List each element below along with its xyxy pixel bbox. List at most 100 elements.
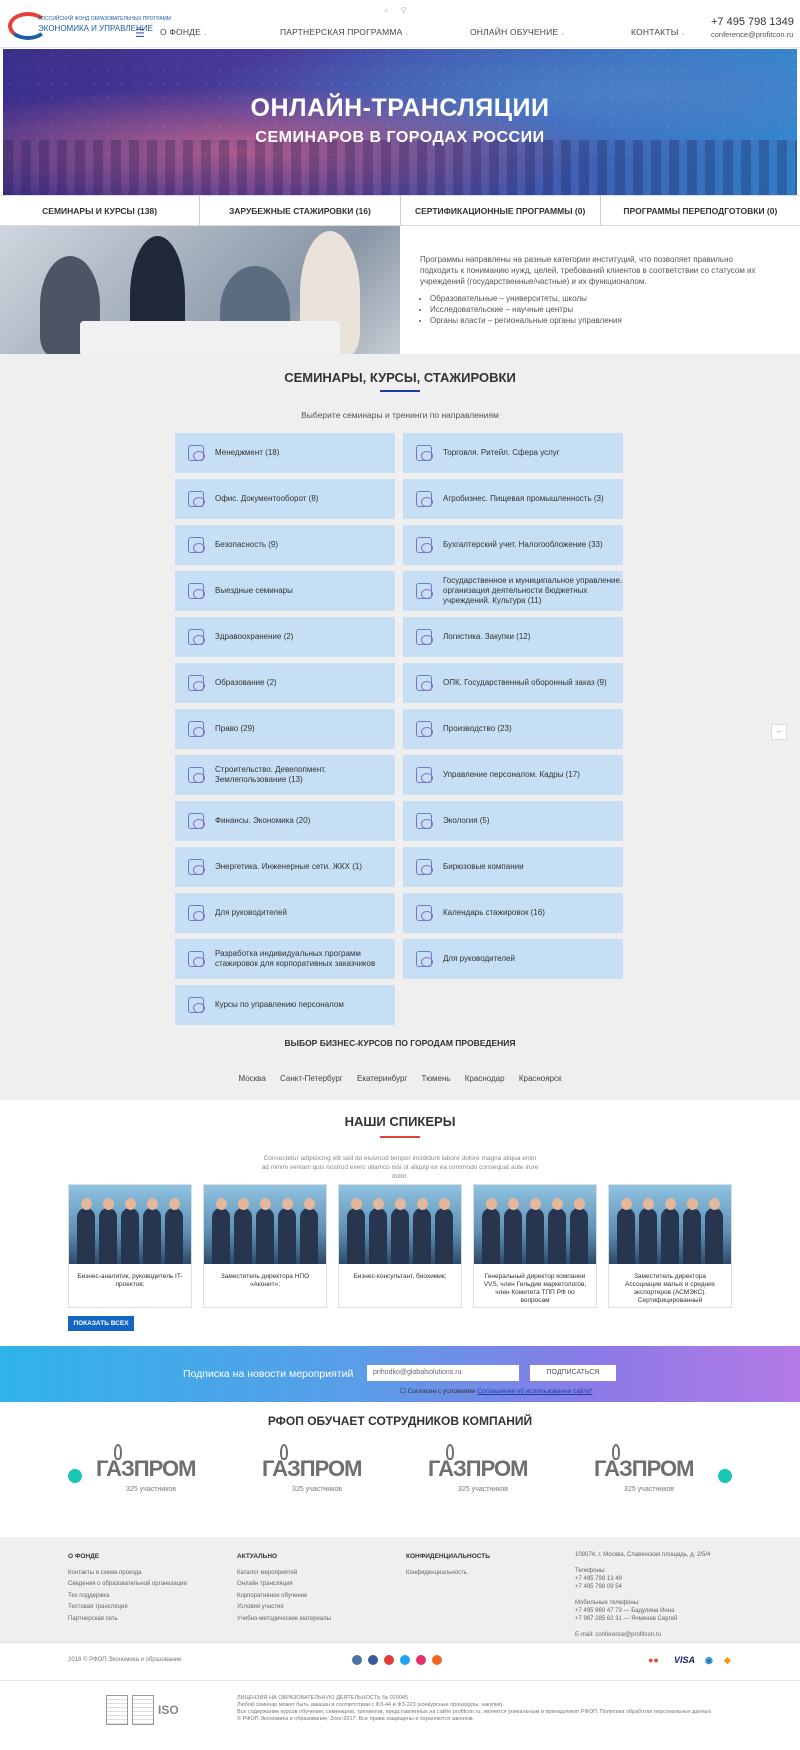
footer-link[interactable]: Тестовая трансляция [68, 1602, 187, 1614]
vk-icon[interactable] [352, 1655, 362, 1665]
category-card[interactable]: Менеджмент (18) [175, 433, 395, 473]
certificate-icon[interactable] [106, 1695, 128, 1725]
category-card[interactable]: Энергетика. Инженерные сети. ЖКХ (1) [175, 847, 395, 887]
footer-link[interactable]: Условия участия [237, 1602, 331, 1614]
category-card[interactable]: Календарь стажировок (16) [403, 893, 623, 933]
category-icon [413, 764, 435, 786]
footer-phone[interactable]: +7 495 798 09 54 [575, 1583, 710, 1591]
chevron-down-icon: ⌄ [560, 31, 566, 37]
footer-link[interactable]: Учебно-методические материалы [237, 1614, 331, 1626]
nav-about[interactable]: О ФОНДЕ ⌄ [160, 27, 208, 37]
rss-icon[interactable] [432, 1655, 442, 1665]
footer-mobile[interactable]: +7 967 285 62 31 — Ячменев Сергей [575, 1615, 710, 1623]
category-card[interactable]: Строительство. Девелопмент. Землепользов… [175, 755, 395, 795]
speaker-card[interactable]: Бизнес-консультант, биохимик; [338, 1184, 462, 1308]
section-subtitle: Выберите семинары и тренинги по направле… [301, 410, 499, 420]
tab-certification[interactable]: СЕРТИФИКАЦИОННЫЕ ПРОГРАММЫ (0) [401, 196, 601, 225]
client-name: ГАЗПРОМ [428, 1456, 528, 1481]
category-card[interactable]: Офис. Документооборот (8) [175, 479, 395, 519]
footer-link[interactable]: Тех поддержка [68, 1591, 187, 1603]
city-link[interactable]: Тюмень [422, 1074, 451, 1083]
footer-contacts: 109074, г. Москва, Славянская площадь, д… [575, 1551, 710, 1639]
category-card[interactable]: Государственное и муниципальное управлен… [403, 571, 623, 611]
nav-contacts[interactable]: КОНТАКТЫ ⌄ [631, 27, 686, 37]
instagram-icon[interactable] [416, 1655, 426, 1665]
category-card[interactable]: Право (29) [175, 709, 395, 749]
section-title: СЕМИНАРЫ, КУРСЫ, СТАЖИРОВКИ [284, 370, 516, 385]
footer-link[interactable]: Партнерская сеть [68, 1614, 187, 1626]
category-card[interactable]: Безопасность (9) [175, 525, 395, 565]
category-card[interactable]: Финансы. Экономика (20) [175, 801, 395, 841]
city-link[interactable]: Екатеринбург [357, 1074, 407, 1083]
footer-link[interactable]: Контакты и схема проезда [68, 1568, 187, 1580]
user-icon[interactable]: ⚲ [400, 6, 406, 15]
speaker-card[interactable]: Заместитель директора Ассоциации малых и… [608, 1184, 732, 1308]
category-label: Бирюзовые компании [443, 862, 524, 871]
header-email[interactable]: conference@profitcon.ru [711, 30, 793, 39]
category-icon [413, 948, 435, 970]
carousel-next-button[interactable] [718, 1469, 732, 1483]
agree-checkbox-row[interactable]: ☐ Согласен с условиями Соглашения об исп… [400, 1387, 593, 1395]
speaker-card[interactable]: Бизнес-аналитик, руководитель IT-проекто… [68, 1184, 192, 1308]
city-link[interactable]: Санкт-Петербург [280, 1074, 343, 1083]
meeting-photo [0, 226, 400, 354]
category-card[interactable]: Бухгалтерский учет. Налогообложение (33) [403, 525, 623, 565]
header-phone[interactable]: +7 495 798 1349 [711, 16, 794, 28]
show-all-button[interactable]: ПОКАЗАТЬ ВСЕХ [68, 1316, 134, 1331]
category-card[interactable]: Выездные семинары [175, 571, 395, 611]
nav-online[interactable]: ОНЛАЙН ОБУЧЕНИЕ ⌄ [470, 27, 566, 37]
client-logo[interactable]: ГАЗПРОМ 325 участников [262, 1444, 372, 1504]
category-card[interactable]: Логистика. Закупки (12) [403, 617, 623, 657]
license-line: © РФОП Экономика и образование, 2ххх-201… [237, 1716, 475, 1722]
category-card[interactable]: Разработка индивидуальных программ стажи… [175, 939, 395, 979]
nav-partner[interactable]: ПАРТНЕРСКАЯ ПРОГРАММА ⌄ [280, 27, 410, 37]
category-card[interactable]: Образование (2) [175, 663, 395, 703]
city-link[interactable]: Краснодар [465, 1074, 505, 1083]
license-text: ЛИЦЕНЗИЯ НА ОБРАЗОВАТЕЛЬНУЮ ДЕЯТЕЛЬНОСТЬ… [237, 1695, 717, 1723]
footer-col-about: О ФОНДЕ Контакты и схема проезда Сведени… [68, 1551, 187, 1625]
category-card[interactable]: Курсы по управлению персоналом [175, 985, 395, 1025]
twitter-icon[interactable] [400, 1655, 410, 1665]
footer-link[interactable]: Конфиденциальность [406, 1568, 490, 1580]
category-card[interactable]: Бирюзовые компании [403, 847, 623, 887]
speaker-card[interactable]: Генеральный директор компании VVS, член … [473, 1184, 597, 1308]
footer-link[interactable]: Онлайн трансляция [237, 1579, 331, 1591]
category-card[interactable]: Агробизнес. Пищевая промышленность (3) [403, 479, 623, 519]
certificate-icon[interactable] [132, 1695, 154, 1725]
list-item: Образовательные – университеты, школы [430, 293, 770, 304]
agreement-link[interactable]: Соглашения об использовании сайта* [477, 1388, 592, 1395]
category-card[interactable]: Производство (23) [403, 709, 623, 749]
footer-phone[interactable]: +7 495 798 13 49 [575, 1575, 710, 1583]
footer-mobile[interactable]: +7 495 960 47 73 — Бадулина Инна [575, 1607, 710, 1615]
client-logo[interactable]: ГАЗПРОМ 325 участников [96, 1444, 206, 1504]
category-card[interactable]: Управление персоналом. Кадры (17) [403, 755, 623, 795]
footer-link[interactable]: Сведения о образовательной организации [68, 1579, 187, 1591]
footer-email[interactable]: E-mail: conference@profitcon.ru [575, 1631, 710, 1639]
footer-link[interactable]: Корпоративное обучение [237, 1591, 331, 1603]
category-card[interactable]: Экология (5) [403, 801, 623, 841]
title-underline [380, 390, 420, 392]
tab-seminars[interactable]: СЕМИНАРЫ И КУРСЫ (138) [0, 196, 201, 225]
footer-link[interactable]: Каталог мероприятий [237, 1568, 331, 1580]
category-card[interactable]: ОПК. Государственный оборонный заказ (9) [403, 663, 623, 703]
category-card[interactable]: Для руководителей [403, 939, 623, 979]
carousel-prev-button[interactable] [68, 1469, 82, 1483]
city-link[interactable]: Москва [238, 1074, 265, 1083]
subscribe-email-input[interactable]: prihodko@globalsolutions.ru [367, 1365, 519, 1381]
menu-icon[interactable]: ☰ [135, 27, 145, 40]
category-card[interactable]: Здравоохранение (2) [175, 617, 395, 657]
tab-retraining[interactable]: ПРОГРАММЫ ПЕРЕПОДГОТОВКИ (0) [601, 196, 800, 225]
search-icon[interactable]: ⌕ [384, 6, 388, 15]
city-link[interactable]: Красноярск [519, 1074, 562, 1083]
client-logo[interactable]: ГАЗПРОМ 325 участников [428, 1444, 538, 1504]
facebook-icon[interactable] [368, 1655, 378, 1665]
youtube-icon[interactable] [384, 1655, 394, 1665]
subscribe-button[interactable]: ПОДПИСАТЬСЯ [530, 1365, 616, 1381]
tab-internships[interactable]: ЗАРУБЕЖНЫЕ СТАЖИРОВКИ (16) [200, 196, 401, 225]
category-card[interactable]: Для руководителей [175, 893, 395, 933]
side-scroll-button[interactable]: – [771, 724, 787, 740]
speaker-card[interactable]: Заместитель директора НПО «Аконит»; [203, 1184, 327, 1308]
category-card[interactable]: Торговля. Ритейл. Сфера услуг [403, 433, 623, 473]
logo[interactable]: РОССИЙСКИЙ ФОНД ОБРАЗОВАТЕЛЬНЫХ ПРОГРАММ… [8, 10, 171, 42]
client-logo[interactable]: ГАЗПРОМ 325 участников [594, 1444, 704, 1504]
